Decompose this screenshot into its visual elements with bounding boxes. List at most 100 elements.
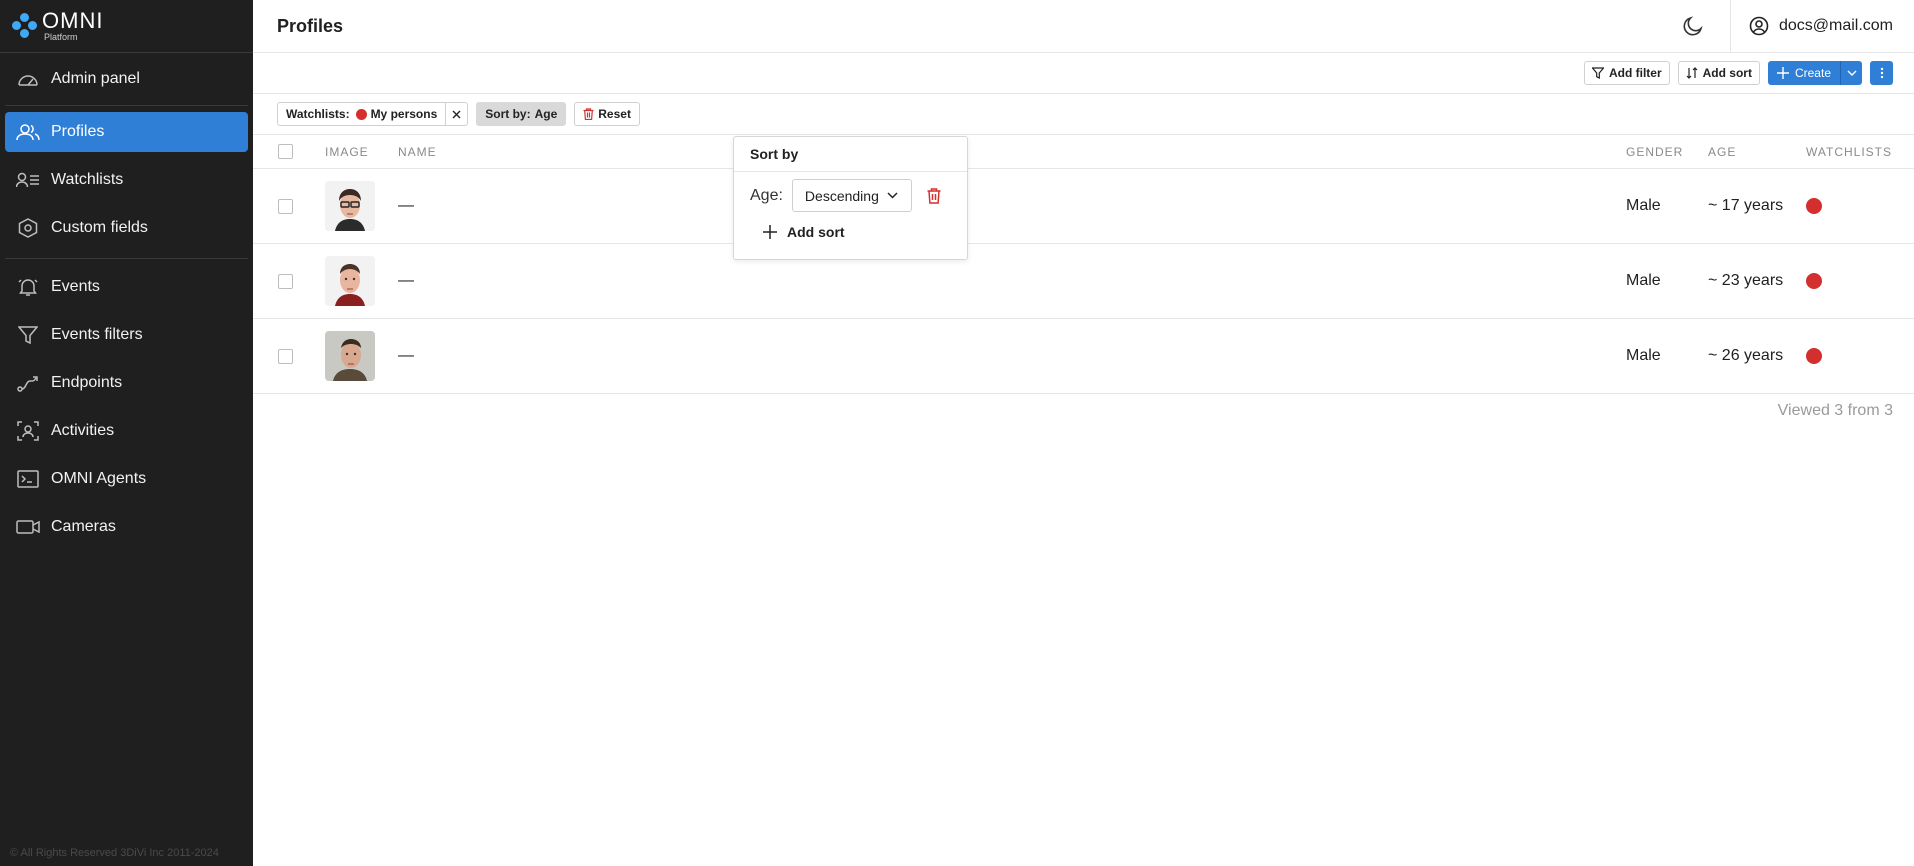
watchlist-color-dot xyxy=(355,108,367,120)
column-header-gender[interactable]: GENDER xyxy=(1626,145,1683,159)
chip-key: Sort by: xyxy=(485,107,531,121)
divider xyxy=(5,258,248,259)
gauge-icon xyxy=(14,69,42,89)
table-row[interactable]: — Male ~ 17 years xyxy=(253,169,1914,244)
sidebar-nav: Admin panel Profiles Watchlists Custom f… xyxy=(0,59,253,547)
chip-key: Watchlists: xyxy=(286,107,350,121)
profile-age: ~ 26 years xyxy=(1708,347,1784,364)
user-list-icon xyxy=(14,170,42,190)
sort-rule-row: Age: Descending xyxy=(734,179,967,212)
more-options-button[interactable] xyxy=(1870,61,1893,85)
profile-age: ~ 23 years xyxy=(1708,272,1784,289)
reset-button[interactable]: Reset xyxy=(574,102,640,126)
logo-name: OMNI xyxy=(42,8,104,33)
add-filter-label: Add filter xyxy=(1608,66,1662,80)
main-content: Profiles docs@mail.com Add filter Add so… xyxy=(253,0,1914,866)
user-menu[interactable]: docs@mail.com xyxy=(1731,0,1914,53)
select-all-checkbox[interactable] xyxy=(278,144,293,159)
logo[interactable]: OMNI Platform xyxy=(0,0,253,53)
column-header-image[interactable]: IMAGE xyxy=(325,145,369,159)
chip-value: Age xyxy=(534,107,558,121)
watchlists-filter-chip[interactable]: Watchlists: My persons xyxy=(277,102,469,126)
row-checkbox[interactable] xyxy=(278,198,293,214)
sidebar-item-events[interactable]: Events xyxy=(5,267,248,307)
pagination-summary: Viewed 3 from 3 xyxy=(1777,402,1893,419)
person-scan-icon xyxy=(14,421,42,441)
create-button[interactable]: Create xyxy=(1767,61,1840,85)
sidebar-item-label: Cameras xyxy=(51,518,116,535)
profile-name: — xyxy=(398,347,414,364)
profiles-table: IMAGE NAME GENDER AGE WATCHLISTS — Male … xyxy=(253,135,1914,420)
profile-name: — xyxy=(398,197,414,214)
sidebar-item-activities[interactable]: Activities xyxy=(5,411,248,451)
chevron-down-icon xyxy=(887,192,898,199)
row-checkbox[interactable] xyxy=(278,348,293,364)
user-email: docs@mail.com xyxy=(1778,17,1893,34)
avatar xyxy=(325,331,375,381)
add-sort-button[interactable]: Add sort xyxy=(1677,61,1760,85)
delete-sort-button[interactable] xyxy=(927,187,941,204)
create-button-group: Create xyxy=(1767,61,1862,85)
terminal-icon xyxy=(14,469,42,489)
sidebar-item-label: Custom fields xyxy=(51,219,148,236)
sidebar-item-events-filters[interactable]: Events filters xyxy=(5,315,248,355)
add-filter-button[interactable]: Add filter xyxy=(1583,61,1670,85)
watchlist-dot xyxy=(1806,348,1822,364)
column-header-watchlists[interactable]: WATCHLISTS xyxy=(1806,145,1892,159)
column-header-age[interactable]: AGE xyxy=(1708,145,1736,159)
popover-add-sort-button[interactable]: Add sort xyxy=(734,218,967,246)
sidebar-item-label: Endpoints xyxy=(51,374,123,391)
avatar xyxy=(325,256,375,306)
watchlist-dot xyxy=(1806,273,1822,289)
sidebar: OMNI Platform Admin panel Profiles Watch… xyxy=(0,0,253,866)
avatar xyxy=(325,181,375,231)
theme-toggle-button[interactable] xyxy=(1657,0,1731,53)
sort-direction-select[interactable]: Descending xyxy=(791,179,912,212)
profile-gender: Male xyxy=(1626,347,1661,364)
remove-filter-button[interactable] xyxy=(445,103,467,125)
plus-icon xyxy=(1776,67,1789,79)
create-dropdown-button[interactable] xyxy=(1840,61,1862,85)
chevron-down-icon xyxy=(1847,70,1856,76)
table-row[interactable]: — Male ~ 26 years xyxy=(253,319,1914,394)
sidebar-item-profiles[interactable]: Profiles xyxy=(5,112,248,152)
sidebar-item-admin-panel[interactable]: Admin panel xyxy=(5,59,248,99)
popover-title: Sort by xyxy=(734,137,967,172)
table-row[interactable]: — Male ~ 23 years xyxy=(253,244,1914,319)
logo-subtitle: Platform xyxy=(44,32,78,42)
sidebar-item-endpoints[interactable]: Endpoints xyxy=(5,363,248,403)
logo-mark-icon xyxy=(12,13,38,39)
sidebar-item-label: Events xyxy=(51,278,100,295)
add-sort-label: Add sort xyxy=(787,224,845,240)
sort-icon xyxy=(1686,67,1698,79)
sidebar-item-custom-fields[interactable]: Custom fields xyxy=(5,208,248,248)
sidebar-item-cameras[interactable]: Cameras xyxy=(5,507,248,547)
camera-icon xyxy=(14,517,42,537)
users-icon xyxy=(14,122,42,142)
toolbar: Add filter Add sort Create xyxy=(253,53,1914,94)
trash-icon xyxy=(927,187,941,204)
column-header-name[interactable]: NAME xyxy=(398,145,437,159)
sidebar-item-watchlists[interactable]: Watchlists xyxy=(5,160,248,200)
row-checkbox[interactable] xyxy=(278,273,293,289)
sidebar-item-label: OMNI Agents xyxy=(51,470,147,487)
trash-icon xyxy=(583,108,594,120)
active-filters-row: Watchlists: My persons Sort by: Age Rese… xyxy=(253,94,1914,135)
page-header: Profiles docs@mail.com xyxy=(253,0,1914,53)
sidebar-item-label: Profiles xyxy=(51,123,105,140)
sidebar-item-omni-agents[interactable]: OMNI Agents xyxy=(5,459,248,499)
hexagon-icon xyxy=(14,218,42,238)
funnel-icon xyxy=(1591,67,1604,79)
table-header: IMAGE NAME GENDER AGE WATCHLISTS xyxy=(253,135,1914,169)
page-title: Profiles xyxy=(277,15,344,36)
sort-direction-value: Descending xyxy=(804,187,879,204)
sort-chip[interactable]: Sort by: Age xyxy=(476,102,567,126)
watchlist-dot xyxy=(1806,198,1822,214)
profile-gender: Male xyxy=(1626,197,1661,214)
divider xyxy=(5,105,248,106)
moon-icon xyxy=(1684,16,1704,36)
sidebar-item-label: Events filters xyxy=(51,326,143,343)
chip-value: My persons xyxy=(370,107,438,121)
sidebar-item-label: Watchlists xyxy=(51,171,124,188)
sort-popover: Sort by Age: Descending Add sort xyxy=(733,136,968,260)
